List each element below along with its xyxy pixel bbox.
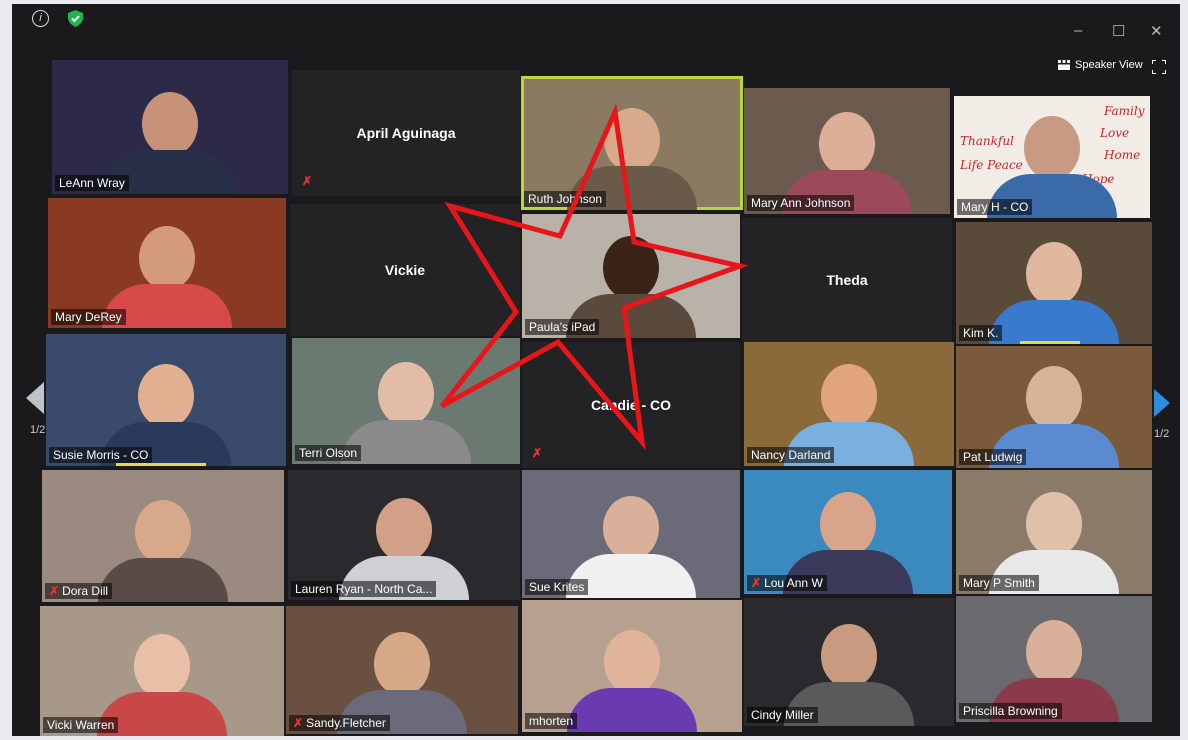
video-tile-mary-p-smith[interactable]: Mary P Smith — [956, 470, 1152, 594]
participant-name: Terri Olson — [295, 445, 362, 461]
participant-name: Mary H - CO — [957, 199, 1033, 215]
participant-name: Lauren Ryan - North Ca... — [291, 581, 437, 597]
participant-name: Vickie — [384, 262, 426, 278]
participant-name: Kim K. — [959, 325, 1003, 341]
participant-name: Priscilla Browning — [959, 703, 1062, 719]
participant-name-text: Dora Dill — [62, 584, 109, 598]
participant-name: April Aguinaga — [356, 125, 456, 141]
speaker-view-icon — [1058, 60, 1070, 70]
participant-name: Cindy Miller — [747, 707, 818, 723]
video-tile-lauren-ryan[interactable]: Lauren Ryan - North Ca... — [288, 470, 520, 600]
participant-name-text: Lou Ann W — [764, 576, 823, 590]
video-tile-kim-k[interactable]: Kim K. — [956, 222, 1152, 344]
speaking-indicator — [116, 463, 206, 466]
participant-name: Mary Ann Johnson — [747, 195, 855, 211]
fullscreen-icon[interactable] — [1152, 60, 1166, 74]
next-page-arrow-icon[interactable] — [1154, 389, 1170, 417]
participant-name: Theda — [826, 272, 868, 288]
participant-name: ✗ Sandy.Fletcher — [289, 715, 390, 731]
participant-name: mhorten — [525, 713, 578, 729]
video-tile-mhorten[interactable]: mhorten — [522, 600, 742, 732]
video-tile-theda[interactable]: Theda — [742, 218, 952, 342]
page-indicator: 1/2 — [30, 424, 46, 436]
participant-name: Vicki Warren — [43, 717, 119, 733]
video-tile-terri-olson[interactable]: Terri Olson — [292, 338, 520, 464]
video-tile-cindy-miller[interactable]: Cindy Miller — [744, 598, 954, 726]
participant-name: Nancy Darland — [747, 447, 835, 463]
video-tile-dora-dill[interactable]: ✗ Dora Dill — [42, 470, 284, 602]
security-shield-icon[interactable] — [68, 10, 83, 27]
participant-name: ✗ Lou Ann W — [747, 575, 827, 591]
speaking-indicator — [1020, 341, 1080, 344]
muted-mic-icon: ✗ — [293, 716, 304, 730]
video-tile-priscilla-browning[interactable]: Priscilla Browning — [956, 596, 1152, 722]
video-tile-sue-krites[interactable]: Sue Krites — [522, 470, 740, 598]
muted-mic-icon: ✗ — [532, 446, 543, 460]
video-tile-leann-wray[interactable]: LeAnn Wray — [52, 60, 288, 194]
minimize-button[interactable]: – — [1074, 22, 1082, 39]
video-tile-april-aguinaga[interactable]: April Aguinaga ✗ — [292, 70, 520, 196]
video-tile-pat-ludwig[interactable]: Pat Ludwig — [956, 346, 1152, 468]
close-button[interactable]: ✕ — [1150, 22, 1163, 40]
muted-mic-icon: ✗ — [49, 584, 60, 598]
video-tile-vickie[interactable]: Vickie — [290, 204, 520, 336]
participant-name-text: Sandy.Fletcher — [306, 716, 386, 730]
video-tile-vicki-warren[interactable]: Vicki Warren — [40, 606, 284, 736]
info-icon[interactable]: i — [32, 10, 49, 27]
video-tile-lou-ann-w[interactable]: ✗ Lou Ann W — [744, 470, 952, 594]
speaker-view-button[interactable]: Speaker View — [1058, 59, 1143, 71]
participant-name: Paula's iPad — [525, 319, 600, 335]
video-tile-nancy-darland[interactable]: Nancy Darland — [744, 342, 954, 466]
participant-name: Sue Krites — [525, 579, 589, 595]
video-tile-ruth-johnson[interactable]: Ruth Johnson — [521, 76, 743, 210]
muted-mic-icon: ✗ — [302, 174, 313, 188]
participant-video — [98, 500, 228, 602]
participant-name: Mary P Smith — [959, 575, 1039, 591]
participant-name: Pat Ludwig — [959, 449, 1027, 465]
zoom-window: i – ☐ ✕ Speaker View LeAnn Wray April Ag… — [12, 4, 1180, 736]
participant-name: LeAnn Wray — [55, 175, 129, 191]
participant-name: Susie Morris - CO — [49, 447, 153, 463]
title-bar: i – ☐ ✕ — [12, 4, 1180, 40]
page-indicator: 1/2 — [1154, 428, 1170, 440]
participant-name: ✗ Dora Dill — [45, 583, 113, 599]
participant-name: Candie - CO — [590, 397, 672, 413]
muted-mic-icon: ✗ — [751, 576, 762, 590]
participant-video — [989, 242, 1119, 344]
previous-page-arrow-icon[interactable] — [26, 382, 44, 414]
speaker-view-label: Speaker View — [1075, 59, 1143, 71]
video-tile-mary-derey[interactable]: Mary DeRey — [48, 198, 286, 328]
video-tile-susie-morris-co[interactable]: Susie Morris - CO — [46, 334, 286, 466]
participant-name: Mary DeRey — [51, 309, 126, 325]
video-tile-mary-h-co[interactable]: Family Thankful Love Life Peace Home Hop… — [954, 96, 1150, 218]
video-tile-candie-co[interactable]: Candie - CO ✗ — [522, 342, 740, 468]
maximize-button[interactable]: ☐ — [1112, 22, 1125, 40]
video-tile-sandy-fletcher[interactable]: ✗ Sandy.Fletcher — [286, 606, 518, 734]
participant-name: Ruth Johnson — [524, 191, 607, 207]
participant-video — [567, 630, 697, 732]
video-tile-mary-ann-johnson[interactable]: Mary Ann Johnson — [744, 88, 950, 214]
video-tile-paulas-ipad[interactable]: Paula's iPad — [522, 214, 740, 338]
